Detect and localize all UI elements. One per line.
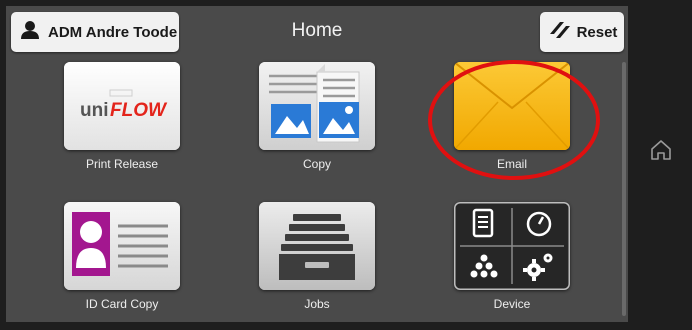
side-panel	[630, 6, 692, 326]
scrollbar[interactable]	[622, 62, 626, 316]
home-button[interactable]	[643, 132, 679, 168]
tile-print-release[interactable]: uni FLOW Print Release	[52, 60, 192, 190]
tile-id-card-copy[interactable]: ID Card Copy	[52, 200, 192, 330]
tile-copy[interactable]: Copy	[247, 60, 387, 190]
device-icon	[454, 202, 570, 290]
home-panel: ADM Andre Toode Home Reset uni FLOW Prin…	[6, 6, 628, 322]
tile-device[interactable]: Device	[442, 200, 582, 330]
tile-label: Email	[496, 157, 527, 171]
reset-label: Reset	[576, 23, 618, 41]
tile-label: ID Card Copy	[85, 297, 159, 311]
jobs-drawer-icon	[259, 202, 375, 290]
uniflow-logo-icon: uni FLOW	[64, 62, 180, 150]
uniflow-logo-uni: uni	[80, 100, 109, 121]
tile-label: Copy	[302, 157, 331, 171]
tile-email[interactable]: Email	[442, 60, 582, 190]
tile-jobs[interactable]: Jobs	[247, 200, 387, 330]
reset-button[interactable]: Reset	[540, 12, 624, 52]
copy-icon	[259, 62, 375, 150]
header-bar: ADM Andre Toode Home Reset	[6, 6, 628, 58]
page-title: Home	[291, 20, 343, 41]
envelope-icon	[454, 62, 570, 150]
uniflow-logo-flow: FLOW	[110, 100, 168, 121]
reset-icon	[547, 19, 571, 46]
id-card-icon	[64, 202, 180, 290]
tile-label: Jobs	[304, 297, 330, 311]
tile-label: Print Release	[85, 157, 159, 171]
home-icon	[643, 140, 679, 172]
tile-label: Device	[493, 297, 531, 311]
device-screen: ADM Andre Toode Home Reset uni FLOW Prin…	[0, 0, 692, 326]
